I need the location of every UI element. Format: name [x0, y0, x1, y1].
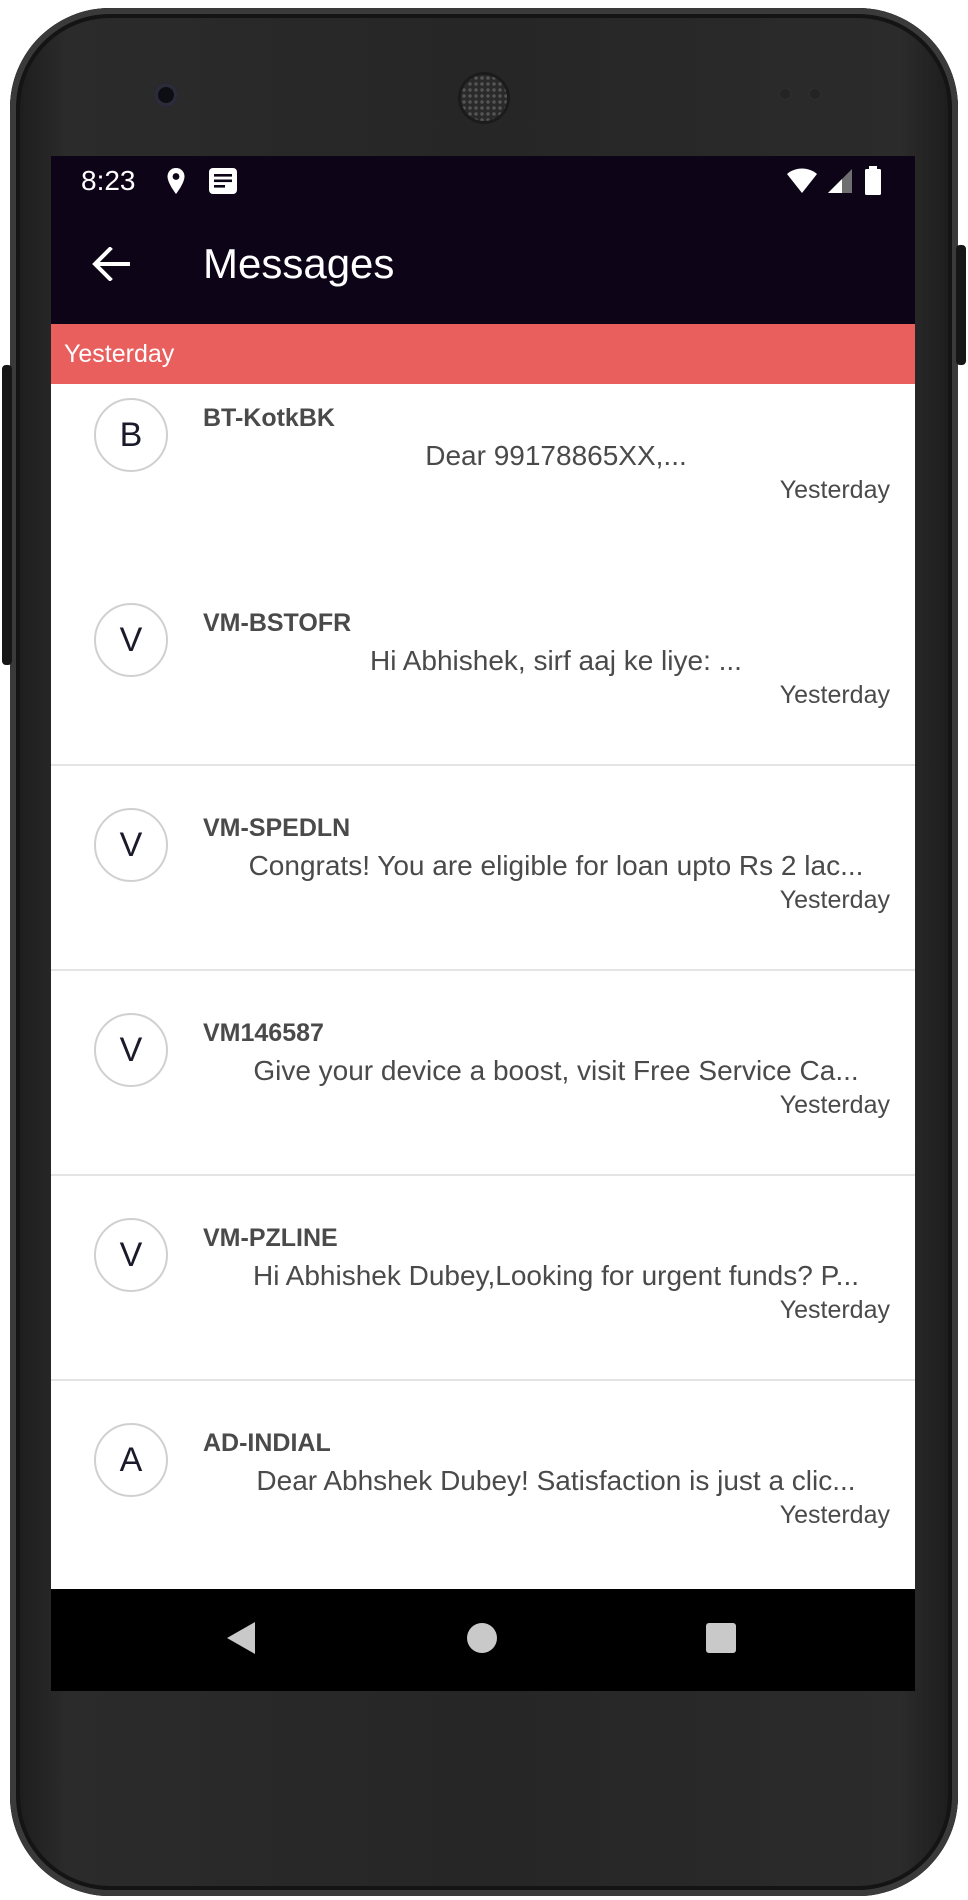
- sender-name: VM-PZLINE: [203, 1224, 338, 1252]
- message-preview: Hi Abhishek, sirf aaj ke liye: ...: [370, 645, 742, 676]
- avatar: V: [94, 1013, 168, 1087]
- sender-name: AD-INDIAL: [203, 1429, 331, 1457]
- notes-icon: [208, 167, 238, 200]
- sender-name: VM146587: [203, 1019, 324, 1047]
- battery-icon: [864, 166, 882, 201]
- sender-name: VM-BSTOFR: [203, 609, 352, 637]
- message-row[interactable]: A AD-INDIAL Dear Abhshek Dubey! Satisfac…: [51, 1381, 915, 1586]
- system-nav-bar: [51, 1589, 915, 1691]
- date-section-header: Yesterday: [51, 324, 915, 384]
- message-time: Yesterday: [779, 1296, 890, 1324]
- status-time: 8:23: [81, 165, 136, 196]
- message-row[interactable]: V VM-SPEDLN Congrats! You are eligible f…: [51, 766, 915, 971]
- back-triangle-icon: [225, 1620, 257, 1661]
- sender-name: BT-KotkBK: [203, 404, 335, 432]
- sender-name: VM-SPEDLN: [203, 814, 351, 842]
- message-row[interactable]: V VM-PZLINE Hi Abhishek Dubey,Looking fo…: [51, 1176, 915, 1381]
- light-sensor: [808, 87, 822, 101]
- avatar: V: [94, 1218, 168, 1292]
- nav-home-button[interactable]: [457, 1615, 507, 1665]
- message-row[interactable]: B BT-KotkBK Dear 99178865XX,... Yesterda…: [51, 384, 915, 589]
- avatar: V: [94, 808, 168, 882]
- power-button: [956, 245, 966, 365]
- wifi-icon: [786, 168, 818, 199]
- message-preview: Give your device a boost, visit Free Ser…: [253, 1055, 859, 1086]
- signal-icon: [825, 168, 853, 199]
- app-bar: Messages: [51, 206, 915, 324]
- arrow-left-icon: [92, 245, 130, 286]
- back-button[interactable]: [81, 236, 141, 296]
- avatar: B: [94, 398, 168, 472]
- home-circle-icon: [466, 1622, 498, 1659]
- nav-recents-button[interactable]: [696, 1615, 746, 1665]
- avatar: V: [94, 603, 168, 677]
- message-preview: Dear 99178865XX,...: [425, 440, 687, 471]
- avatar: A: [94, 1423, 168, 1497]
- message-time: Yesterday: [779, 681, 890, 709]
- volume-button: [2, 365, 12, 665]
- message-preview: Hi Abhishek Dubey,Looking for urgent fun…: [252, 1260, 860, 1291]
- page-title: Messages: [203, 240, 395, 287]
- status-bar: 8:23: [51, 156, 915, 206]
- message-row[interactable]: V VM-BSTOFR Hi Abhishek, sirf aaj ke liy…: [51, 561, 915, 766]
- message-list[interactable]: B BT-KotkBK Dear 99178865XX,... Yesterda…: [51, 384, 915, 1589]
- message-time: Yesterday: [779, 476, 890, 504]
- proximity-sensor: [778, 87, 792, 101]
- screen: 8:23 Messages Yesterday B BT-KotkBK Dear…: [51, 156, 915, 1691]
- nav-back-button[interactable]: [216, 1615, 266, 1665]
- recents-square-icon: [705, 1622, 737, 1659]
- location-icon: [166, 167, 186, 200]
- message-time: Yesterday: [779, 1091, 890, 1119]
- message-preview: Dear Abhshek Dubey! Satisfaction is just…: [256, 1465, 856, 1496]
- front-camera: [154, 83, 178, 107]
- message-time: Yesterday: [779, 1501, 890, 1529]
- message-preview: Congrats! You are eligible for loan upto…: [248, 850, 864, 881]
- earpiece-speaker: [461, 75, 507, 121]
- message-row[interactable]: V VM146587 Give your device a boost, vis…: [51, 971, 915, 1176]
- message-time: Yesterday: [779, 886, 890, 914]
